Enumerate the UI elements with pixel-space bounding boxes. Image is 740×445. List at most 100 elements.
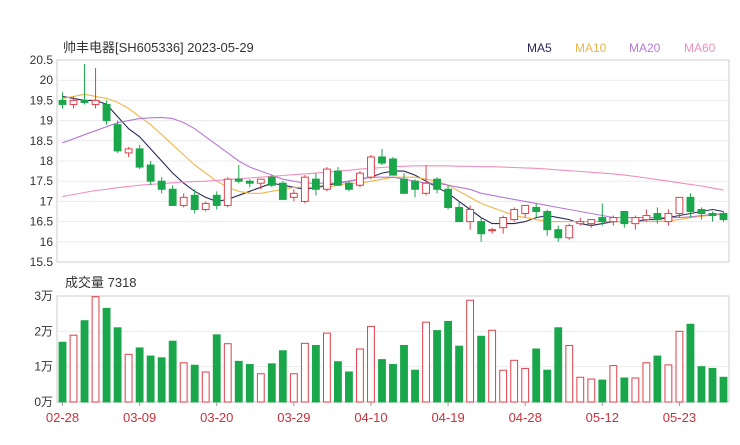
volume-bar-down: [378, 359, 386, 403]
volume-bar-up: [587, 378, 596, 403]
volume-bar-up: [256, 373, 265, 403]
volume-bar-down: [190, 364, 199, 403]
candle-body-down: [157, 180, 166, 190]
x-tick-label: 05-23: [663, 410, 696, 425]
candle: [378, 148, 386, 166]
candle: [411, 179, 419, 198]
x-tick-label: 04-19: [431, 410, 464, 425]
candle-body-down: [444, 188, 452, 208]
candle: [91, 68, 100, 109]
volume-bar-up: [499, 369, 508, 403]
candle-body-up: [300, 176, 309, 202]
candle-body-up: [256, 178, 265, 184]
x-tick-label: 05-12: [586, 410, 619, 425]
candle-body-down: [113, 124, 122, 152]
volume-bar-up: [675, 330, 684, 403]
price-tick-label: 15.5: [30, 255, 54, 269]
volume-bar-up: [631, 377, 640, 403]
candle-body-up: [642, 215, 651, 221]
candlesticks: [58, 64, 728, 242]
candle-body-down: [686, 196, 695, 213]
candle: [245, 179, 254, 188]
x-tick-label: 04-28: [509, 410, 542, 425]
candle-body-down: [653, 213, 662, 221]
candle: [389, 156, 397, 176]
volume-bar-down: [334, 361, 342, 403]
price-tick-label: 16: [40, 235, 54, 249]
x-tick-label: 04-10: [354, 410, 387, 425]
volume-bar-down: [278, 350, 287, 403]
candle-body-up: [367, 156, 375, 178]
chart-title: 帅丰电器[SH605336] 2023-05-29: [63, 40, 254, 55]
candle-body-up: [664, 213, 673, 223]
volume-bar-up: [322, 332, 331, 403]
price-tick-label: 17: [40, 194, 54, 208]
candle-body-up: [179, 196, 188, 206]
candle: [708, 211, 717, 222]
candle-body-down: [433, 178, 441, 190]
candle: [554, 225, 563, 242]
candle: [356, 171, 364, 188]
candle-body-down: [389, 158, 397, 176]
candle-body-down: [190, 194, 199, 210]
volume-bar-down: [543, 369, 552, 403]
volume-y-axis: 3万 2万 1万 0万: [34, 289, 53, 409]
volume-bar-down: [444, 320, 452, 403]
candle-body-down: [378, 156, 386, 164]
candle-body-down: [345, 182, 353, 190]
candle-body-up: [675, 196, 684, 215]
volume-bar-up: [367, 325, 375, 403]
volume-bar-down: [411, 369, 419, 403]
candle-body-down: [102, 103, 111, 122]
candle: [543, 209, 552, 236]
legend: MA5 MA10 MA20 MA60: [527, 41, 716, 55]
volume-bar-down: [102, 307, 111, 403]
candle-body-up: [565, 225, 574, 239]
candle: [719, 211, 728, 222]
volume-bar-up: [289, 373, 298, 403]
candle-body-up: [422, 182, 430, 194]
candle-body-down: [532, 206, 541, 213]
candle-body-down: [719, 213, 728, 221]
volume-tick-label: 3万: [34, 289, 53, 303]
price-tick-label: 18.5: [30, 134, 54, 148]
candle: [322, 167, 331, 192]
candle-body-up: [488, 229, 497, 232]
volume-bar-down: [113, 327, 122, 403]
candle: [102, 100, 111, 125]
candle: [631, 215, 640, 230]
volume-bar-up: [124, 353, 133, 403]
price-tick-label: 16.5: [30, 215, 54, 229]
candle-body-up: [356, 172, 364, 186]
candle-body-down: [334, 170, 342, 186]
candle: [58, 92, 67, 109]
volume-bar-down: [345, 371, 353, 403]
volume-bar-down: [598, 379, 607, 403]
candle-body-down: [135, 148, 144, 168]
candle: [664, 209, 673, 226]
candle: [488, 227, 497, 234]
candle-body-down: [311, 178, 320, 190]
candle: [521, 204, 530, 218]
candle: [334, 167, 342, 186]
volume-bar-up: [356, 348, 364, 403]
candle-body-down: [80, 99, 89, 103]
x-tick-label: 03-29: [277, 410, 310, 425]
candle: [201, 201, 210, 212]
candle-body-down: [212, 194, 221, 206]
price-tick-label: 20.5: [30, 53, 54, 67]
legend-ma60: MA60: [684, 41, 716, 55]
price-tick-label: 19: [40, 114, 54, 128]
candle-body-up: [91, 99, 100, 105]
candle-body-down: [400, 178, 408, 194]
volume-bar-up: [223, 343, 232, 403]
candle: [234, 165, 243, 184]
volume-bar-down: [146, 355, 155, 403]
volume-bar-up: [521, 367, 530, 403]
volume-bar-up: [300, 342, 309, 403]
candle-body-down: [234, 178, 243, 182]
candle: [300, 175, 309, 204]
candle: [565, 223, 574, 240]
candle-body-down: [708, 213, 717, 217]
volume-bar-down: [433, 330, 441, 403]
